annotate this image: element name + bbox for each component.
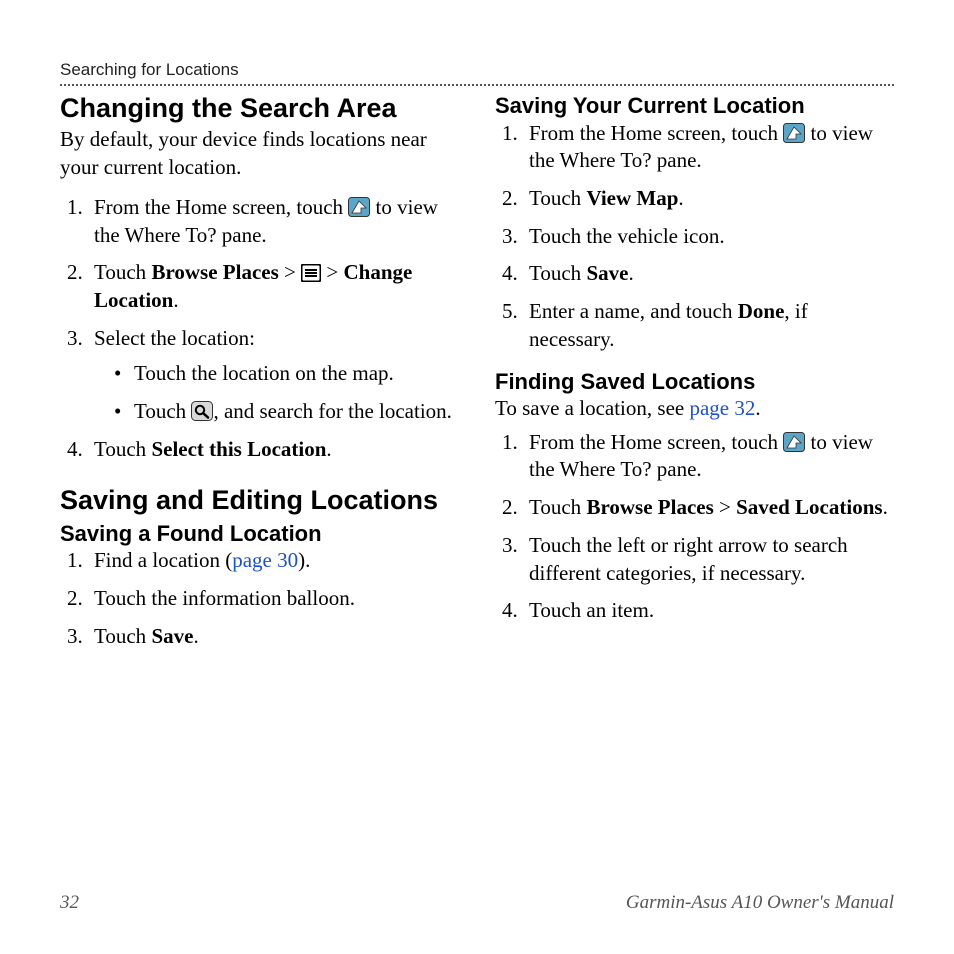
text: Select the location:	[94, 326, 255, 350]
text: .	[193, 624, 198, 648]
text: ).	[298, 548, 310, 572]
text: >	[714, 495, 736, 519]
step: From the Home screen, touch to view the …	[88, 194, 459, 249]
text: From the Home screen, touch	[529, 121, 783, 145]
bold-text: Save	[151, 624, 193, 648]
where-to-arrow-icon	[783, 123, 805, 143]
step: Touch Browse Places > Saved Locations.	[523, 494, 894, 522]
steps-find-saved: From the Home screen, touch to view the …	[495, 429, 894, 625]
text: Touch	[529, 186, 586, 210]
text: .	[678, 186, 683, 210]
intro-finding: To save a location, see page 32.	[495, 395, 894, 423]
bold-text: View Map	[586, 186, 678, 210]
step: Touch the left or right arrow to search …	[523, 532, 894, 587]
step: Touch Save.	[88, 623, 459, 651]
heading-saving-editing: Saving and Editing Locations	[60, 484, 459, 516]
step: Touch an item.	[523, 597, 894, 625]
text: Touch	[94, 437, 151, 461]
text: Touch	[529, 495, 586, 519]
step: Touch the vehicle icon.	[523, 223, 894, 251]
text: .	[755, 396, 760, 420]
step: Touch Save.	[523, 260, 894, 288]
text: From the Home screen, touch	[529, 430, 783, 454]
where-to-arrow-icon	[348, 197, 370, 217]
text: .	[173, 288, 178, 312]
page-30-link[interactable]: page 30	[232, 548, 298, 572]
subhead-saving-found: Saving a Found Location	[60, 520, 459, 548]
bold-text: Select this Location	[151, 437, 326, 461]
running-head: Searching for Locations	[60, 60, 894, 86]
bold-text: Saved Locations	[736, 495, 882, 519]
step: Enter a name, and touch Done, if necessa…	[523, 298, 894, 353]
step: Touch the information balloon.	[88, 585, 459, 613]
page-footer: 32 Garmin-Asus A10 Owner's Manual	[60, 892, 894, 914]
magnifier-icon	[191, 401, 213, 421]
subhead-finding-saved: Finding Saved Locations	[495, 368, 894, 396]
step: Touch View Map.	[523, 185, 894, 213]
text: >	[321, 260, 343, 284]
step: Touch Select this Location.	[88, 436, 459, 464]
text: Touch	[134, 399, 191, 423]
bullet: Touch , and search for the location.	[114, 398, 459, 426]
right-column: Saving Your Current Location From the Ho…	[495, 92, 894, 661]
steps-save-current: From the Home screen, touch to view the …	[495, 120, 894, 354]
left-column: Changing the Search Area By default, you…	[60, 92, 459, 661]
sub-bullets: Touch the location on the map. Touch , a…	[94, 360, 459, 425]
text: Find a location (	[94, 548, 232, 572]
step: From the Home screen, touch to view the …	[523, 429, 894, 484]
step: Touch Browse Places > > Change Location.	[88, 259, 459, 314]
bold-text: Browse Places	[151, 260, 278, 284]
steps-save-found: Find a location (page 30). Touch the inf…	[60, 547, 459, 650]
bold-text: Done	[738, 299, 785, 323]
text: To save a location, see	[495, 396, 689, 420]
step: Find a location (page 30).	[88, 547, 459, 575]
text: >	[279, 260, 301, 284]
text: Touch	[529, 261, 586, 285]
page: Searching for Locations Changing the Sea…	[0, 0, 954, 954]
step: Select the location: Touch the location …	[88, 325, 459, 426]
bold-text: Save	[586, 261, 628, 285]
intro-paragraph: By default, your device finds locations …	[60, 126, 459, 181]
where-to-arrow-icon	[783, 432, 805, 452]
text: Touch	[94, 624, 151, 648]
steps-change-area: From the Home screen, touch to view the …	[60, 194, 459, 464]
bold-text: Browse Places	[586, 495, 713, 519]
page-32-link[interactable]: page 32	[689, 396, 755, 420]
subhead-saving-current: Saving Your Current Location	[495, 92, 894, 120]
text: From the Home screen, touch	[94, 195, 348, 219]
step: From the Home screen, touch to view the …	[523, 120, 894, 175]
two-column-layout: Changing the Search Area By default, you…	[60, 92, 894, 661]
menu-lines-icon	[301, 262, 321, 280]
text: Enter a name, and touch	[529, 299, 738, 323]
bullet: Touch the location on the map.	[114, 360, 459, 388]
text: .	[326, 437, 331, 461]
text: , and search for the location.	[213, 399, 452, 423]
text: Touch	[94, 260, 151, 284]
text: .	[883, 495, 888, 519]
heading-changing-search-area: Changing the Search Area	[60, 92, 459, 124]
text: .	[628, 261, 633, 285]
manual-title: Garmin-Asus A10 Owner's Manual	[626, 892, 894, 914]
page-number: 32	[60, 892, 79, 914]
